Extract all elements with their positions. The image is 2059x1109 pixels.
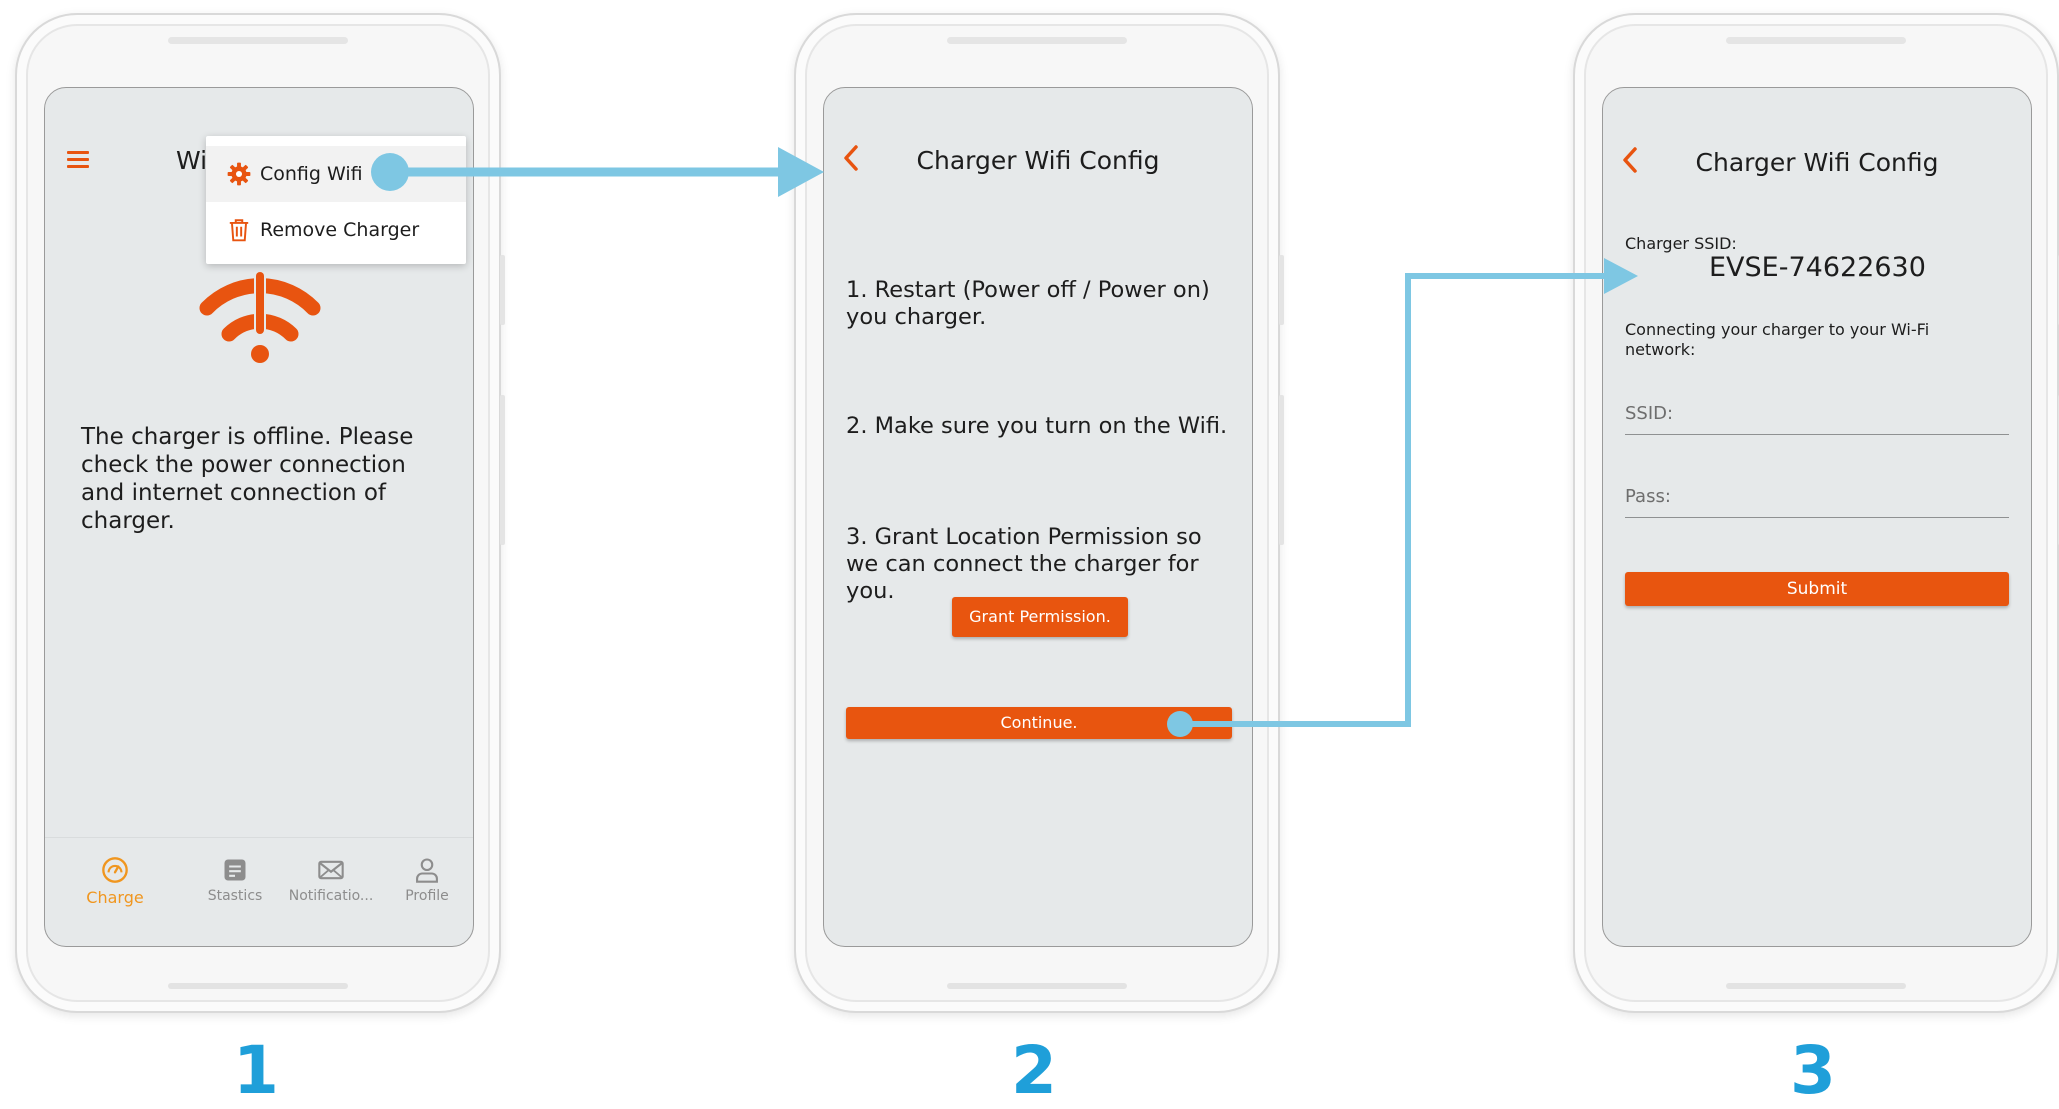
tab-label: Profile: [405, 888, 449, 904]
side-button: [1279, 395, 1284, 545]
side-button: [1279, 255, 1284, 325]
bottom-tab-bar: Charge Stastics Notificatio... Profile: [45, 837, 473, 946]
tab-statistics[interactable]: Stastics: [187, 856, 283, 904]
instruction-step-2: 2. Make sure you turn on the Wifi.: [846, 413, 1228, 439]
continue-button[interactable]: Continue.: [846, 707, 1232, 739]
step-number-3: 3: [1790, 1032, 1836, 1109]
step-number-2: 2: [1011, 1032, 1057, 1109]
step-number-1: 1: [233, 1032, 279, 1109]
tab-label: Stastics: [207, 888, 263, 904]
tab-profile[interactable]: Profile: [379, 856, 473, 904]
charger-ssid-label: Charger SSID:: [1625, 234, 1737, 253]
ssid-input[interactable]: SSID:: [1625, 403, 2009, 435]
trash-icon: [229, 219, 249, 242]
menu-item-label: Config Wifi: [260, 163, 363, 185]
stats-icon: [224, 859, 246, 881]
menu-item-remove-charger[interactable]: Remove Charger: [206, 202, 466, 258]
tab-label: Charge: [86, 888, 144, 907]
screen-wifi-credentials: Charger Wifi Config Charger SSID: EVSE-7…: [1602, 87, 2032, 947]
gear-icon: [227, 162, 251, 186]
speaker-grille: [168, 37, 348, 44]
page-title: Wi: [176, 146, 208, 175]
context-menu: Config Wifi Remove Charger: [206, 136, 466, 264]
connect-instructions: Connecting your charger to your Wi-Fi ne…: [1625, 320, 1930, 359]
screen-charger-status: Wi Config Wifi Remove Charger The charge…: [44, 87, 474, 947]
tab-notifications[interactable]: Notificatio...: [283, 856, 379, 904]
screen-wifi-config-steps: Charger Wifi Config 1. Restart (Power of…: [823, 87, 1253, 947]
speaker-grille: [1726, 37, 1906, 44]
charge-gauge-icon: [102, 857, 128, 883]
phone-frame-1: Wi Config Wifi Remove Charger The charge…: [15, 13, 505, 1013]
charger-ssid-value: EVSE-74622630: [1709, 252, 1926, 283]
menu-item-label: Remove Charger: [260, 219, 420, 241]
instruction-step-1: 1. Restart (Power off / Power on) you ch…: [846, 277, 1210, 330]
hamburger-menu-icon[interactable]: [67, 151, 89, 169]
submit-button[interactable]: Submit: [1625, 572, 2009, 606]
bottom-bar: [168, 983, 348, 989]
bottom-bar: [1726, 983, 1906, 989]
password-input[interactable]: Pass:: [1625, 486, 2009, 518]
menu-item-config-wifi[interactable]: Config Wifi: [206, 146, 466, 202]
person-icon: [416, 858, 438, 883]
offline-message: The charger is offline. Please check the…: [81, 424, 414, 534]
page-title: Charger Wifi Config: [916, 146, 1160, 175]
tab-label: Notificatio...: [288, 888, 374, 904]
bottom-bar: [947, 983, 1127, 989]
speaker-grille: [947, 37, 1127, 44]
tab-charge[interactable]: Charge: [67, 856, 163, 907]
grant-permission-button[interactable]: Grant Permission.: [952, 597, 1128, 637]
phone-frame-3: Charger Wifi Config Charger SSID: EVSE-7…: [1573, 13, 2059, 1013]
instruction-step-3: 3. Grant Location Permission so we can c…: [846, 524, 1202, 604]
wifi-off-icon: [199, 272, 321, 363]
side-button: [500, 255, 505, 325]
phone-frame-2: Charger Wifi Config 1. Restart (Power of…: [794, 13, 1284, 1013]
page-title: Charger Wifi Config: [1695, 148, 1939, 177]
mail-icon: [318, 860, 344, 880]
side-button: [500, 395, 505, 545]
